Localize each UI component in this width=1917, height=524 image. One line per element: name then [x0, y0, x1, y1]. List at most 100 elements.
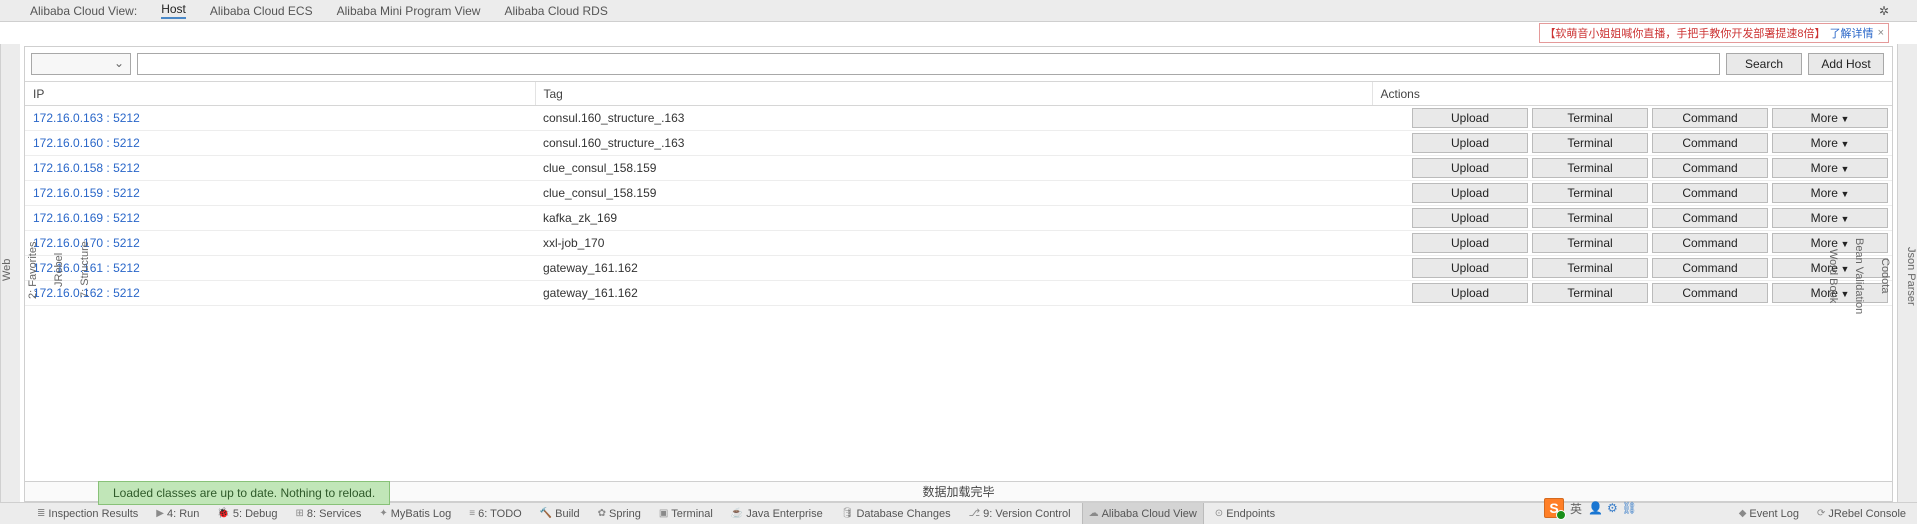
bottom-bar-item[interactable]: ✿Spring: [591, 503, 648, 524]
terminal-button[interactable]: Terminal: [1532, 133, 1648, 153]
table-row: 172.16.0.169 : 5212kafka_zk_169UploadTer…: [25, 206, 1892, 231]
command-button[interactable]: Command: [1652, 283, 1768, 303]
host-panel: Search Add Host IP Tag Actions 172.16.0.…: [24, 46, 1893, 502]
banner-row: 【软萌音小姐姐喊你直播，手把手教你开发部署提速8倍】 了解详情 ×: [0, 22, 1917, 44]
tag-cell: clue_consul_158.159: [535, 156, 1372, 181]
search-button[interactable]: Search: [1726, 53, 1802, 75]
bottom-bar-item[interactable]: ⊙Endpoints: [1208, 503, 1282, 524]
col-ip-header[interactable]: IP: [25, 82, 535, 106]
more-button[interactable]: More: [1772, 183, 1888, 203]
tool-icon: ⊞: [296, 508, 304, 519]
col-tag-header[interactable]: Tag: [535, 82, 1372, 106]
bottom-bar-item[interactable]: ✦MyBatis Log: [372, 503, 458, 524]
bottom-bar-item[interactable]: ⎇9: Version Control: [962, 503, 1078, 524]
top-tab-bar: Alibaba Cloud View: Host Alibaba Cloud ECS…: [0, 0, 1917, 22]
terminal-button[interactable]: Terminal: [1532, 108, 1648, 128]
bottom-bar-item[interactable]: ⊞8: Services: [289, 503, 369, 524]
bottom-bar-item[interactable]: ⟳JRebel Console: [1810, 503, 1913, 524]
command-button[interactable]: Command: [1652, 183, 1768, 203]
bottom-bar-item[interactable]: ▣Terminal: [652, 503, 720, 524]
ime-icon[interactable]: 👤: [1588, 501, 1603, 515]
bottom-bar-item[interactable]: ◆Event Log: [1732, 503, 1806, 524]
tag-cell: consul.160_structure_.163: [535, 106, 1372, 131]
bottom-bar-item[interactable]: ☕Java Enterprise: [724, 503, 830, 524]
rail-item[interactable]: 2: Favorites: [27, 241, 39, 298]
top-tab[interactable]: Alibaba Cloud RDS: [504, 4, 607, 18]
bottom-bar-item[interactable]: ▶4: Run: [149, 503, 206, 524]
tool-icon: 🛢: [841, 508, 854, 519]
command-button[interactable]: Command: [1652, 133, 1768, 153]
more-button[interactable]: More: [1772, 208, 1888, 228]
top-tab[interactable]: Alibaba Cloud ECS: [210, 4, 313, 18]
terminal-button[interactable]: Terminal: [1532, 208, 1648, 228]
table-row: 172.16.0.170 : 5212xxl-job_170UploadTerm…: [25, 231, 1892, 256]
ip-link[interactable]: 172.16.0.159 : 5212: [33, 186, 140, 200]
banner-link[interactable]: 了解详情: [1830, 25, 1874, 41]
upload-button[interactable]: Upload: [1412, 208, 1528, 228]
col-actions-header[interactable]: Actions: [1372, 82, 1892, 106]
host-table-wrap: IP Tag Actions 172.16.0.163 : 5212 consul…: [25, 81, 1892, 481]
upload-button[interactable]: Upload: [1412, 183, 1528, 203]
more-button[interactable]: More: [1772, 108, 1888, 128]
ip-link[interactable]: 172.16.0.163 : 5212: [33, 111, 140, 125]
bottom-bar-item[interactable]: ☁Alibaba Cloud View: [1082, 503, 1204, 524]
terminal-button[interactable]: Terminal: [1532, 183, 1648, 203]
upload-button[interactable]: Upload: [1412, 108, 1528, 128]
ip-link[interactable]: 172.16.0.160 : 5212: [33, 136, 140, 150]
host-table: IP Tag Actions 172.16.0.163 : 5212 consul…: [25, 81, 1892, 306]
ip-link[interactable]: 172.16.0.158 : 5212: [33, 161, 140, 175]
rail-item[interactable]: Word Book: [1827, 249, 1839, 303]
terminal-button[interactable]: Terminal: [1532, 283, 1648, 303]
search-input[interactable]: [137, 53, 1720, 75]
bottom-bar-item[interactable]: ≡6: TODO: [462, 503, 528, 524]
bottom-bar-item[interactable]: 🔨Build: [533, 503, 587, 524]
top-tab[interactable]: Alibaba Cloud View:: [30, 4, 137, 18]
gear-icon[interactable]: ✲: [1879, 4, 1889, 18]
tool-icon: ⊙: [1215, 508, 1223, 519]
upload-button[interactable]: Upload: [1412, 133, 1528, 153]
filter-combo[interactable]: [31, 53, 131, 75]
bottom-bar-item[interactable]: 🐞5: Debug: [210, 503, 284, 524]
ime-icon[interactable]: ⛓: [1622, 501, 1637, 515]
table-header-row: IP Tag Actions: [25, 82, 1892, 106]
promo-banner: 【软萌音小姐姐喊你直播，手把手教你开发部署提速8倍】 了解详情 ×: [1539, 23, 1889, 43]
rail-item[interactable]: Codota: [1879, 258, 1891, 293]
terminal-button[interactable]: Terminal: [1532, 233, 1648, 253]
tool-icon: ⟳: [1817, 508, 1825, 519]
right-tool-rail: Json ParserCodotaBean ValidationWord Boo…: [1897, 44, 1917, 502]
top-tab[interactable]: Host: [161, 2, 186, 19]
command-button[interactable]: Command: [1652, 158, 1768, 178]
add-host-button[interactable]: Add Host: [1808, 53, 1884, 75]
command-button[interactable]: Command: [1652, 258, 1768, 278]
upload-button[interactable]: Upload: [1412, 158, 1528, 178]
tool-icon: 🐞: [217, 508, 229, 519]
table-row: 172.16.0.158 : 5212 clue_consul_158.159 Up…: [25, 156, 1892, 181]
ime-lang[interactable]: 英: [1570, 500, 1582, 517]
tool-icon: ⎇: [969, 508, 981, 519]
ip-link[interactable]: 172.16.0.169 : 5212: [33, 211, 140, 225]
upload-button[interactable]: Upload: [1412, 258, 1528, 278]
filter-row: Search Add Host: [25, 47, 1892, 81]
rail-item[interactable]: 7: Structure: [79, 242, 91, 299]
top-tab[interactable]: Alibaba Mini Program View: [337, 4, 481, 18]
rail-item[interactable]: JRebel: [53, 253, 65, 287]
command-button[interactable]: Command: [1652, 108, 1768, 128]
more-button[interactable]: More: [1772, 133, 1888, 153]
upload-button[interactable]: Upload: [1412, 283, 1528, 303]
bottom-bar-item[interactable]: 🛢Database Changes: [834, 503, 958, 524]
bottom-bar-item[interactable]: ≣Inspection Results: [30, 503, 145, 524]
ime-badge-icon[interactable]: S: [1544, 498, 1564, 518]
command-button[interactable]: Command: [1652, 233, 1768, 253]
rail-item[interactable]: Bean Validation: [1853, 238, 1865, 314]
tag-cell: consul.160_structure_.163: [535, 131, 1372, 156]
rail-item[interactable]: Web: [1, 259, 13, 281]
tool-icon: ≡: [469, 508, 475, 519]
rail-item[interactable]: Json Parser: [1905, 247, 1917, 306]
command-button[interactable]: Command: [1652, 208, 1768, 228]
close-icon[interactable]: ×: [1878, 27, 1884, 39]
ime-icon[interactable]: ⚙: [1607, 501, 1618, 515]
terminal-button[interactable]: Terminal: [1532, 258, 1648, 278]
more-button[interactable]: More: [1772, 158, 1888, 178]
terminal-button[interactable]: Terminal: [1532, 158, 1648, 178]
upload-button[interactable]: Upload: [1412, 233, 1528, 253]
